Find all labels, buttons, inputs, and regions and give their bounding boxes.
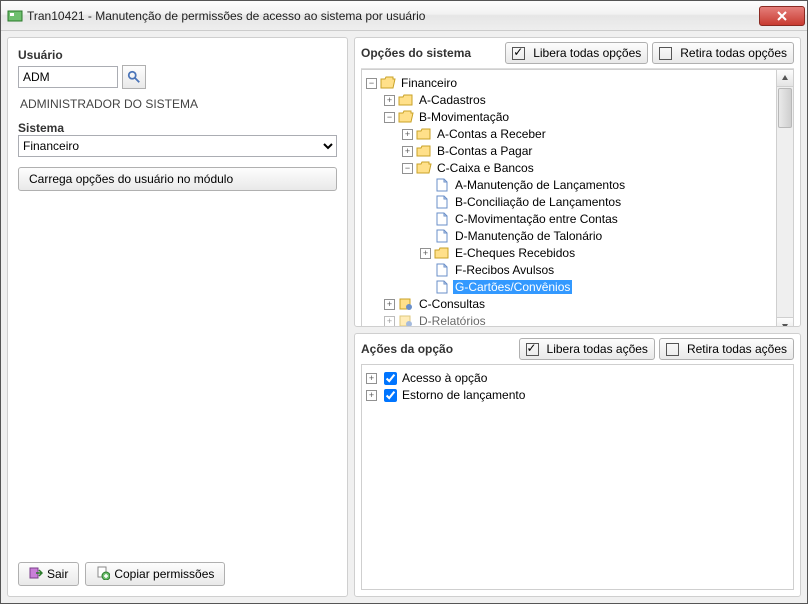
folder-icon bbox=[398, 93, 414, 107]
options-tree[interactable]: − Financeiro + A-Cadas bbox=[361, 69, 777, 327]
document-icon bbox=[434, 212, 450, 226]
scroll-up-icon[interactable] bbox=[777, 70, 793, 87]
tree-node[interactable]: B-Contas a Pagar bbox=[435, 144, 534, 158]
user-input[interactable] bbox=[18, 66, 118, 88]
remove-all-options-button[interactable]: Retira todas opções bbox=[652, 42, 794, 64]
check-icon bbox=[526, 343, 539, 356]
tree-node[interactable]: F-Recibos Avulsos bbox=[453, 263, 556, 277]
tree-node[interactable]: E-Cheques Recebidos bbox=[453, 246, 577, 260]
window-title: Tran10421 - Manutenção de permissões de … bbox=[27, 9, 759, 23]
tree-node[interactable]: A-Manutenção de Lançamentos bbox=[453, 178, 627, 192]
document-icon bbox=[434, 195, 450, 209]
folder-icon bbox=[416, 144, 432, 158]
app-icon bbox=[7, 8, 23, 24]
expander-icon[interactable]: + bbox=[402, 146, 413, 157]
app-window: Tran10421 - Manutenção de permissões de … bbox=[0, 0, 808, 604]
user-lookup-button[interactable] bbox=[122, 65, 146, 89]
scroll-down-icon[interactable] bbox=[777, 317, 793, 327]
folder-icon bbox=[416, 127, 432, 141]
document-icon bbox=[434, 280, 450, 294]
expander-icon[interactable]: + bbox=[420, 248, 431, 259]
tree-node[interactable]: D-Manutenção de Talonário bbox=[453, 229, 604, 243]
tree-node[interactable]: B-Movimentação bbox=[417, 110, 511, 124]
liberate-all-options-button[interactable]: Libera todas opções bbox=[505, 42, 648, 64]
right-panel: Opções do sistema Libera todas opções Re… bbox=[354, 37, 801, 597]
tree-node[interactable]: Financeiro bbox=[399, 76, 459, 90]
document-icon bbox=[434, 229, 450, 243]
document-icon bbox=[434, 263, 450, 277]
system-select[interactable]: Financeiro bbox=[18, 135, 337, 157]
copy-icon bbox=[96, 566, 110, 583]
tree-node[interactable]: B-Conciliação de Lançamentos bbox=[453, 195, 623, 209]
system-options-title: Opções do sistema bbox=[361, 46, 501, 60]
action-item[interactable]: Acesso à opção bbox=[400, 371, 489, 385]
close-button[interactable] bbox=[759, 6, 805, 26]
tree-node[interactable]: D-Relatórios bbox=[417, 314, 488, 327]
tree-node[interactable]: C-Consultas bbox=[417, 297, 487, 311]
folder-open-icon bbox=[416, 161, 432, 175]
expander-icon[interactable]: − bbox=[402, 163, 413, 174]
user-fullname: ADMINISTRADOR DO SISTEMA bbox=[20, 97, 337, 111]
scroll-thumb[interactable] bbox=[778, 88, 792, 128]
expander-icon[interactable]: + bbox=[366, 373, 377, 384]
expander-icon[interactable]: + bbox=[384, 95, 395, 106]
check-icon bbox=[512, 47, 525, 60]
expander-icon[interactable]: + bbox=[402, 129, 413, 140]
load-options-button[interactable]: Carrega opções do usuário no módulo bbox=[18, 167, 337, 191]
titlebar: Tran10421 - Manutenção de permissões de … bbox=[1, 1, 807, 31]
option-actions-title: Ações da opção bbox=[361, 342, 515, 356]
system-label: Sistema bbox=[18, 121, 337, 135]
action-checkbox[interactable] bbox=[384, 389, 397, 402]
user-label: Usuário bbox=[18, 48, 337, 62]
tree-node[interactable]: C-Caixa e Bancos bbox=[435, 161, 536, 175]
liberate-all-actions-button[interactable]: Libera todas ações bbox=[519, 338, 655, 360]
document-icon bbox=[434, 178, 450, 192]
uncheck-icon bbox=[659, 47, 672, 60]
client-area: Usuário ADMINISTRADOR DO SISTEMA Sistema… bbox=[1, 31, 807, 603]
report-icon bbox=[398, 297, 414, 311]
tree-node[interactable]: C-Movimentação entre Contas bbox=[453, 212, 620, 226]
exit-button[interactable]: Sair bbox=[18, 562, 79, 586]
expander-icon[interactable]: − bbox=[384, 112, 395, 123]
option-actions-group: Ações da opção Libera todas ações Retira… bbox=[354, 333, 801, 597]
left-panel: Usuário ADMINISTRADOR DO SISTEMA Sistema… bbox=[7, 37, 348, 597]
exit-icon bbox=[29, 566, 43, 583]
system-options-group: Opções do sistema Libera todas opções Re… bbox=[354, 37, 801, 327]
search-icon bbox=[127, 70, 141, 84]
tree-node[interactable]: A-Cadastros bbox=[417, 93, 488, 107]
expander-icon[interactable]: − bbox=[366, 78, 377, 89]
folder-open-icon bbox=[380, 76, 396, 90]
expander-icon[interactable]: + bbox=[384, 299, 395, 310]
action-item[interactable]: Estorno de lançamento bbox=[400, 388, 527, 402]
folder-icon bbox=[434, 246, 450, 260]
expander-icon[interactable]: + bbox=[366, 390, 377, 401]
tree-node[interactable]: A-Contas a Receber bbox=[435, 127, 548, 141]
copy-permissions-button[interactable]: Copiar permissões bbox=[85, 562, 225, 586]
remove-all-actions-button[interactable]: Retira todas ações bbox=[659, 338, 794, 360]
action-checkbox[interactable] bbox=[384, 372, 397, 385]
report-icon bbox=[398, 314, 414, 327]
actions-tree[interactable]: + Acesso à opção + Estorno de lançamento bbox=[361, 364, 794, 590]
uncheck-icon bbox=[666, 343, 679, 356]
tree-scrollbar[interactable] bbox=[777, 69, 794, 327]
folder-open-icon bbox=[398, 110, 414, 124]
expander-icon[interactable]: + bbox=[384, 316, 395, 327]
tree-node-selected[interactable]: G-Cartões/Convênios bbox=[453, 280, 572, 294]
